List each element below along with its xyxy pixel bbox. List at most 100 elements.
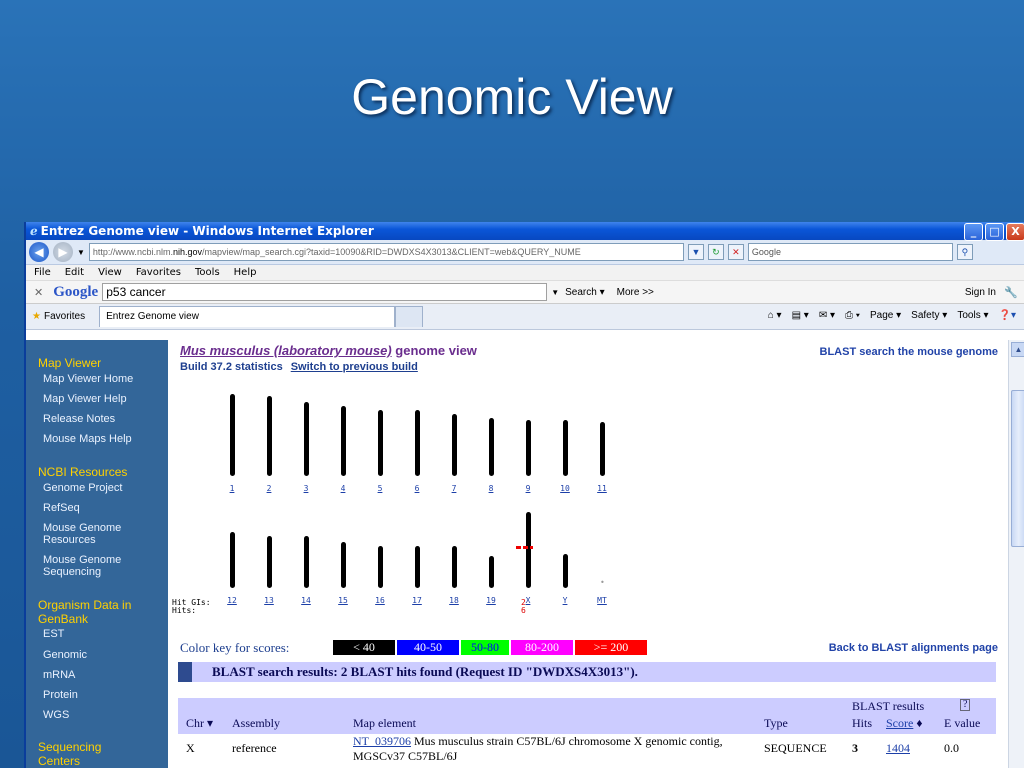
menu-tools[interactable]: Tools bbox=[195, 265, 220, 280]
chromosome-19[interactable] bbox=[489, 556, 494, 588]
hits-x[interactable]: 6 bbox=[521, 606, 526, 615]
sidebar-item-map-viewer-help[interactable]: Map Viewer Help bbox=[43, 393, 127, 405]
chromosome-label-19[interactable]: 19 bbox=[481, 596, 501, 605]
sidebar-item-wgs[interactable]: WGS bbox=[43, 709, 69, 721]
chromosome-label-8[interactable]: 8 bbox=[481, 484, 501, 493]
chromosome-16[interactable] bbox=[378, 546, 383, 588]
sidebar-item-mouse-genome-sequencing[interactable]: Mouse Genome Sequencing bbox=[43, 554, 143, 578]
chromosome-label-6[interactable]: 6 bbox=[407, 484, 427, 493]
chromosome-6[interactable] bbox=[415, 410, 420, 476]
chromosome-label-17[interactable]: 17 bbox=[407, 596, 427, 605]
chromosome-label-12[interactable]: 12 bbox=[222, 596, 242, 605]
chromosome-5[interactable] bbox=[378, 410, 383, 476]
chromosome-4[interactable] bbox=[341, 406, 346, 476]
tab-entrez-genome-view[interactable]: Entrez Genome view bbox=[99, 306, 396, 327]
chromosome-18[interactable] bbox=[452, 546, 457, 588]
organism-link[interactable]: Mus musculus (laboratory mouse) bbox=[180, 343, 392, 358]
chromosome-1[interactable] bbox=[230, 394, 235, 476]
chromosome-11[interactable] bbox=[600, 422, 605, 476]
new-tab-button[interactable] bbox=[395, 306, 424, 327]
scrollbar-thumb[interactable] bbox=[1011, 390, 1024, 547]
chromosome-label-11[interactable]: 11 bbox=[592, 484, 612, 493]
chromosome-MT-dot[interactable]: • bbox=[600, 578, 605, 587]
search-icon[interactable]: ⚲ bbox=[956, 244, 973, 260]
address-input[interactable]: http://www.ncbi.nlm.nih.gov/mapview/map_… bbox=[88, 243, 684, 261]
minimize-button[interactable]: _ bbox=[964, 223, 983, 241]
tools-menu[interactable]: Tools ▾ bbox=[957, 310, 988, 321]
chromosome-label-13[interactable]: 13 bbox=[259, 596, 279, 605]
sidebar-item-mouse-genome-resources[interactable]: Mouse Genome Resources bbox=[43, 522, 143, 546]
chromosome-9[interactable] bbox=[526, 420, 531, 476]
chromosome-2[interactable] bbox=[267, 396, 272, 476]
chromosome-label-5[interactable]: 5 bbox=[370, 484, 390, 493]
chromosome-label-7[interactable]: 7 bbox=[444, 484, 464, 493]
cell-score[interactable]: 1404 bbox=[886, 741, 910, 756]
chromosome-label-3[interactable]: 3 bbox=[296, 484, 316, 493]
chromosome-12[interactable] bbox=[230, 532, 235, 588]
chromosome-label-1[interactable]: 1 bbox=[222, 484, 242, 493]
close-toolbar-icon[interactable]: ✕ bbox=[34, 286, 43, 299]
blast-hit-marker[interactable] bbox=[516, 546, 533, 549]
chromosome-label-9[interactable]: 9 bbox=[518, 484, 538, 493]
table-help-icon[interactable]: ? bbox=[960, 699, 971, 711]
chromosome-label-4[interactable]: 4 bbox=[333, 484, 353, 493]
sidebar-item-map-viewer-home[interactable]: Map Viewer Home bbox=[43, 373, 133, 385]
safety-menu[interactable]: Safety ▾ bbox=[911, 310, 947, 321]
menu-file[interactable]: File bbox=[34, 265, 51, 280]
sidebar-item-genomic[interactable]: Genomic bbox=[43, 649, 87, 661]
sidebar-item-refseq[interactable]: RefSeq bbox=[43, 502, 80, 514]
maximize-button[interactable]: □ bbox=[985, 223, 1004, 241]
col-chr[interactable]: Chr ▾ bbox=[186, 716, 213, 731]
sidebar-item-release-notes[interactable]: Release Notes bbox=[43, 413, 115, 425]
chromosome-8[interactable] bbox=[489, 418, 494, 476]
menu-edit[interactable]: Edit bbox=[65, 265, 84, 280]
menu-favorites[interactable]: Favorites bbox=[136, 265, 181, 280]
chromosome-17[interactable] bbox=[415, 546, 420, 588]
help-icon[interactable]: ❓▾ bbox=[999, 310, 1016, 321]
chromosome-3[interactable] bbox=[304, 402, 309, 476]
back-to-blast-link[interactable]: Back to BLAST alignments page bbox=[829, 642, 998, 654]
sidebar-item-protein[interactable]: Protein bbox=[43, 689, 78, 701]
address-dropdown-button[interactable]: ▼ bbox=[687, 244, 704, 260]
chromosome-label-10[interactable]: 10 bbox=[555, 484, 575, 493]
chromosome-label-18[interactable]: 18 bbox=[444, 596, 464, 605]
sidebar-item-est[interactable]: EST bbox=[43, 628, 64, 640]
home-icon[interactable]: ⌂ ▾ bbox=[768, 310, 782, 321]
chromosome-15[interactable] bbox=[341, 542, 346, 588]
print-icon[interactable]: ⎙ ▾ bbox=[845, 310, 860, 321]
chromosome-label-16[interactable]: 16 bbox=[370, 596, 390, 605]
google-search-input[interactable]: p53 cancer bbox=[102, 283, 548, 301]
wrench-icon[interactable]: 🔧 bbox=[1004, 286, 1018, 299]
close-button[interactable]: X bbox=[1006, 223, 1024, 241]
chromosome-7[interactable] bbox=[452, 414, 457, 476]
back-button[interactable]: ◀ bbox=[29, 242, 49, 262]
menu-view[interactable]: View bbox=[98, 265, 122, 280]
accession-link[interactable]: NT_039706 bbox=[353, 734, 411, 748]
sidebar-item-mrna[interactable]: mRNA bbox=[43, 669, 75, 681]
build-statistics-link[interactable]: Build 37.2 statistics bbox=[180, 361, 283, 373]
stop-button[interactable]: ✕ bbox=[727, 244, 744, 260]
browser-search-input[interactable]: Google bbox=[747, 243, 953, 261]
scroll-up-icon[interactable]: ▲ bbox=[1011, 342, 1024, 357]
chromosome-14[interactable] bbox=[304, 536, 309, 588]
switch-build-link[interactable]: Switch to previous build bbox=[291, 361, 418, 373]
favorites-button[interactable]: Favorites bbox=[44, 311, 85, 322]
chromosome-13[interactable] bbox=[267, 536, 272, 588]
sidebar-item-genome-project[interactable]: Genome Project bbox=[43, 482, 122, 494]
window-titlebar[interactable]: ℯ Entrez Genome view - Windows Internet E… bbox=[26, 222, 1024, 241]
forward-button[interactable]: ▶ bbox=[53, 242, 73, 262]
chromosome-10[interactable] bbox=[563, 420, 568, 476]
google-more-button[interactable]: More >> bbox=[617, 287, 654, 298]
history-dropdown-icon[interactable]: ▼ bbox=[77, 248, 85, 257]
google-search-button[interactable]: Search ▾ bbox=[565, 287, 605, 298]
mail-icon[interactable]: ✉ ▾ bbox=[819, 310, 835, 321]
google-dropdown-icon[interactable]: ▼ bbox=[551, 288, 559, 297]
chromosome-label-2[interactable]: 2 bbox=[259, 484, 279, 493]
col-score[interactable]: Score ♦ bbox=[886, 716, 922, 731]
chromosome-label-MT[interactable]: MT bbox=[592, 596, 612, 605]
chromosome-Y[interactable] bbox=[563, 554, 568, 588]
blast-search-link[interactable]: BLAST search the mouse genome bbox=[820, 346, 999, 358]
chromosome-X[interactable] bbox=[526, 512, 531, 588]
page-menu[interactable]: Page ▾ bbox=[870, 310, 901, 321]
menu-help[interactable]: Help bbox=[234, 265, 257, 280]
